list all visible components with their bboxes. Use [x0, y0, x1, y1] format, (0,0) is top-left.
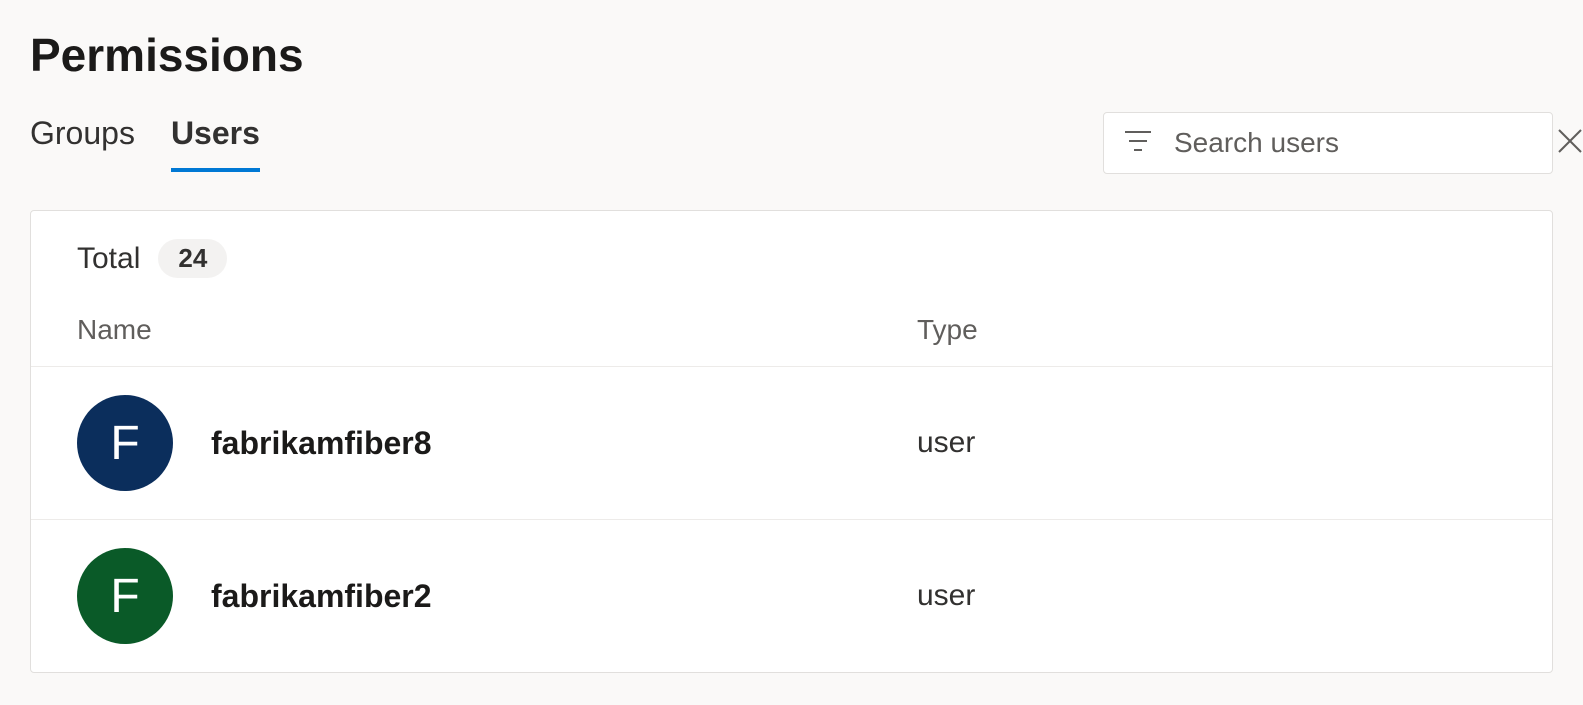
- column-header-type[interactable]: Type: [917, 314, 1506, 346]
- type-cell: user: [917, 426, 1506, 460]
- tab-groups[interactable]: Groups: [30, 115, 135, 172]
- column-header-name[interactable]: Name: [77, 314, 917, 346]
- page-title: Permissions: [30, 28, 1553, 82]
- close-icon[interactable]: [1557, 128, 1583, 159]
- table-row[interactable]: F fabrikamfiber2 user: [31, 519, 1552, 672]
- total-label: Total: [77, 242, 140, 276]
- panel-header: Total 24: [31, 211, 1552, 298]
- search-box[interactable]: [1103, 112, 1553, 174]
- table-row[interactable]: F fabrikamfiber8 user: [31, 366, 1552, 519]
- total-count-badge: 24: [158, 239, 227, 278]
- name-cell: F fabrikamfiber2: [77, 548, 917, 644]
- avatar: F: [77, 395, 173, 491]
- name-cell: F fabrikamfiber8: [77, 395, 917, 491]
- tab-users[interactable]: Users: [171, 115, 260, 172]
- user-name: fabrikamfiber8: [211, 425, 432, 462]
- tabs-row: Groups Users: [30, 112, 1553, 174]
- filter-icon: [1124, 130, 1152, 157]
- search-input[interactable]: [1174, 127, 1535, 159]
- avatar: F: [77, 548, 173, 644]
- type-cell: user: [917, 579, 1506, 613]
- user-name: fabrikamfiber2: [211, 578, 432, 615]
- users-panel: Total 24 Name Type F fabrikamfiber8 user…: [30, 210, 1553, 673]
- table-headers: Name Type: [31, 298, 1552, 366]
- tabs: Groups Users: [30, 115, 260, 172]
